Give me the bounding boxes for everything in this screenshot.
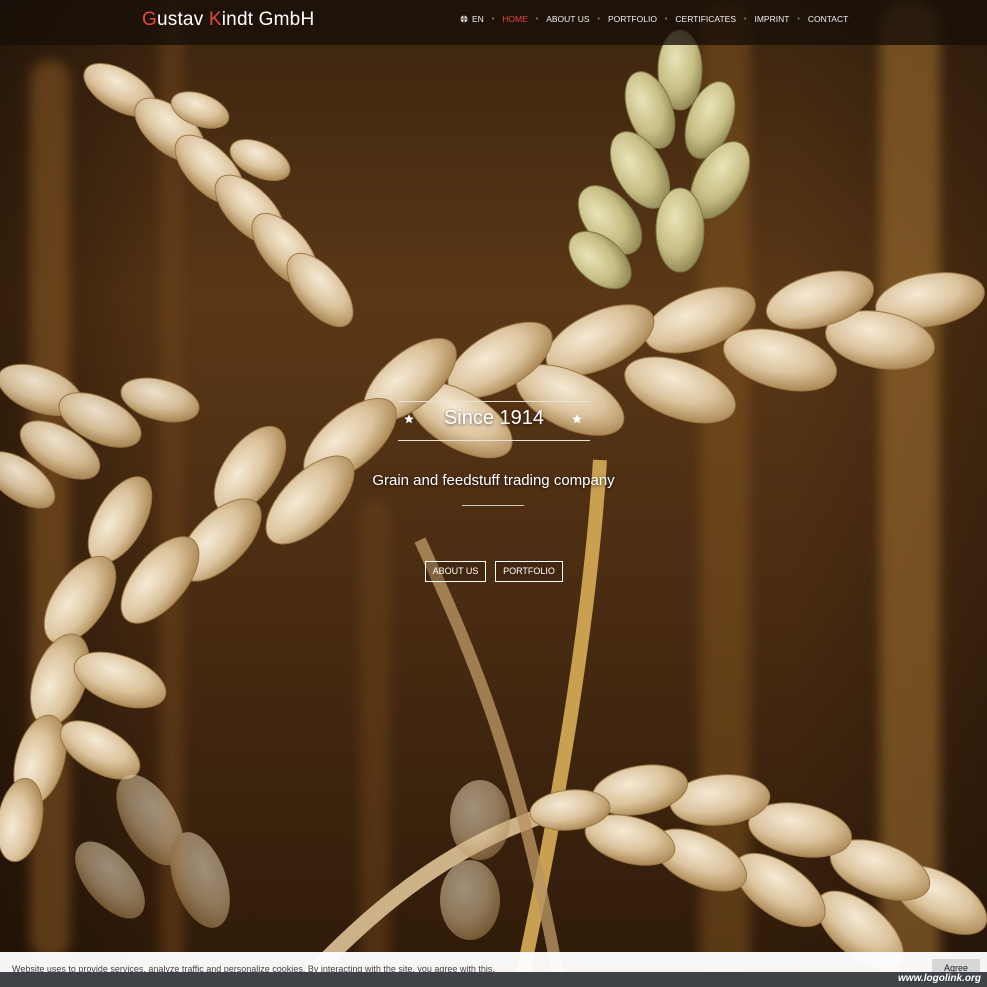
nav-item-contact[interactable]: CONTACT — [808, 14, 848, 24]
globe-icon — [460, 15, 468, 23]
logo-initial-k: K — [208, 9, 222, 30]
nav-item-home[interactable]: HOME — [502, 14, 528, 24]
nav-separator: • — [535, 15, 539, 23]
watermark: www.logolink.org — [898, 973, 981, 984]
hero-background — [0, 0, 987, 987]
nav-separator: • — [597, 15, 600, 23]
nav-separator: • — [664, 15, 668, 23]
logo-initial-g: G — [142, 9, 157, 30]
top-navbar: Gustav Kindt GmbH EN • HOME • ABOUT US •… — [0, 0, 987, 45]
language-label: EN — [472, 14, 484, 24]
nav-separator: • — [491, 15, 495, 23]
about-us-button[interactable]: ABOUT US — [425, 561, 486, 582]
nav-item-certificates[interactable]: CERTIFICATES — [675, 14, 736, 24]
logo-text-part2: indt GmbH — [221, 9, 315, 30]
logo-text-part1: ustav — [156, 9, 209, 30]
nav-item-portfolio[interactable]: PORTFOLIO — [608, 14, 657, 24]
nav-separator: • — [744, 15, 747, 23]
nav-separator: • — [797, 15, 800, 23]
nav-item-about-us[interactable]: ABOUT US — [546, 14, 589, 24]
portfolio-button[interactable]: PORTFOLIO — [495, 561, 563, 582]
brand-logo[interactable]: Gustav Kindt GmbH — [142, 9, 314, 31]
cookie-banner: Website uses to provide services, analyz… — [0, 952, 987, 974]
nav-item-imprint[interactable]: IMPRINT — [754, 14, 789, 24]
wheat-ears-illustration — [0, 29, 987, 987]
language-selector[interactable]: EN — [460, 14, 484, 24]
main-nav: EN • HOME • ABOUT US • PORTFOLIO • CERTI… — [460, 14, 848, 24]
bottom-bar: www.logolink.org — [0, 972, 987, 987]
